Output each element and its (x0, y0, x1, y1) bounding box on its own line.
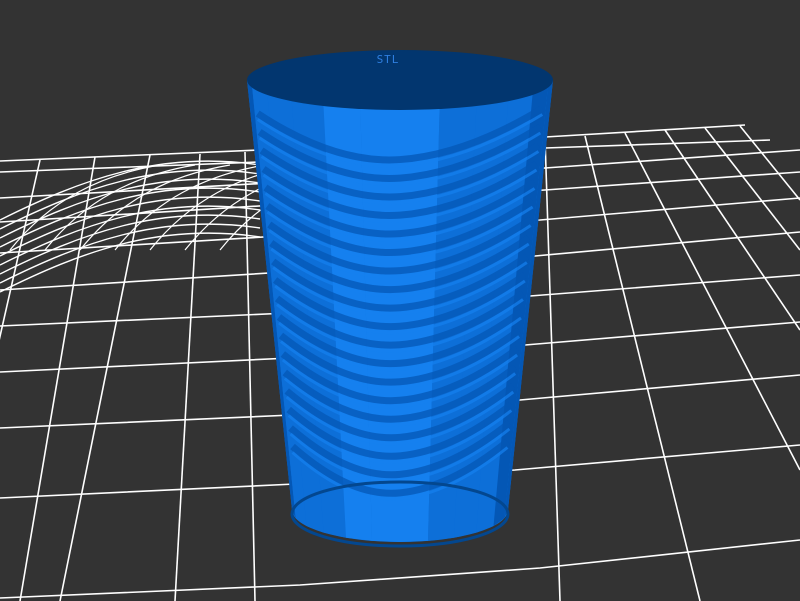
stl-model[interactable]: STL (247, 50, 553, 548)
scene-canvas[interactable]: STL (0, 0, 800, 601)
top-face-label: STL (377, 53, 400, 66)
cylinder-top-face (247, 50, 553, 110)
3d-viewport[interactable]: STL (0, 0, 800, 601)
